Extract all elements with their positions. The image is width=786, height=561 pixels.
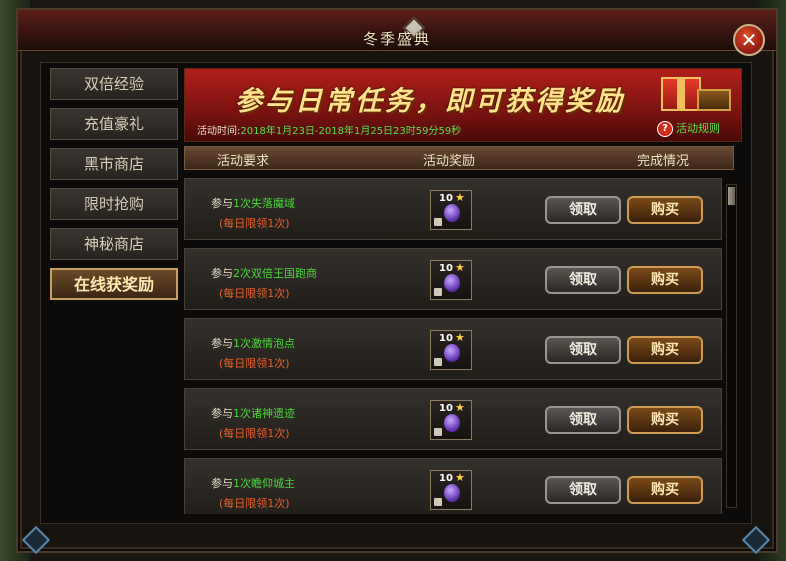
reward-orb-icon xyxy=(444,484,460,502)
task-requirement: 参与1次激情泡点 xyxy=(211,335,295,351)
table-header: 活动要求 活动奖励 完成情况 xyxy=(184,146,734,170)
buy-button[interactable]: 购买 xyxy=(627,406,703,434)
sidebar-item-recharge-gift[interactable]: 充值豪礼 xyxy=(50,108,178,140)
claim-button[interactable]: 领取 xyxy=(545,266,621,294)
reward-orb-icon xyxy=(444,414,460,432)
sidebar-item-black-market[interactable]: 黑市商店 xyxy=(50,148,178,180)
window-title: 冬季盛典 xyxy=(362,30,431,48)
sidebar: 双倍经验 充值豪礼 黑市商店 限时抢购 神秘商店 在线获奖励 xyxy=(50,68,180,308)
sidebar-item-mystery-shop[interactable]: 神秘商店 xyxy=(50,228,178,260)
header-status: 完成情况 xyxy=(637,154,690,169)
task-requirement: 参与1次瞻仰城主 xyxy=(211,475,295,491)
lock-icon xyxy=(434,428,442,436)
reward-orb-icon xyxy=(444,274,460,292)
close-button[interactable]: ✕ xyxy=(733,24,765,56)
rules-link[interactable]: ? 活动规则 xyxy=(657,120,720,137)
star-icon: ★ xyxy=(455,401,465,414)
table-row: 参与1次失落魔域 (每日限领1次) 10 ★ 领取 购买 xyxy=(184,178,722,240)
scrollbar[interactable] xyxy=(726,184,737,508)
reward-orb-icon xyxy=(444,204,460,222)
sidebar-item-double-exp[interactable]: 双倍经验 xyxy=(50,68,178,100)
table-row: 参与2次双倍王国跑商 (每日限领1次) 10 ★ 领取 购买 xyxy=(184,248,722,310)
title-bar: 冬季盛典 xyxy=(18,10,776,51)
lock-icon xyxy=(434,498,442,506)
star-icon: ★ xyxy=(455,191,465,204)
task-limit: (每日限领1次) xyxy=(219,427,290,440)
reward-slot[interactable]: 10 ★ xyxy=(430,190,472,230)
reward-count: 10 xyxy=(439,473,453,484)
reward-slot[interactable]: 10 ★ xyxy=(430,330,472,370)
task-prefix: 参与 xyxy=(211,407,233,420)
task-limit: (每日限领1次) xyxy=(219,287,290,300)
star-icon: ★ xyxy=(455,331,465,344)
task-name: 1次失落魔域 xyxy=(233,197,295,210)
task-prefix: 参与 xyxy=(211,477,233,490)
reward-slot[interactable]: 10 ★ xyxy=(430,260,472,300)
reward-slot[interactable]: 10 ★ xyxy=(430,470,472,510)
event-time-label: 活动时间: xyxy=(197,126,241,137)
scrollbar-thumb[interactable] xyxy=(728,187,735,205)
task-name: 2次双倍王国跑商 xyxy=(233,267,317,280)
task-requirement: 参与2次双倍王国跑商 xyxy=(211,265,317,281)
gift-box-icon xyxy=(661,77,701,111)
close-icon: ✕ xyxy=(740,28,758,52)
reward-count: 10 xyxy=(439,333,453,344)
claim-button[interactable]: 领取 xyxy=(545,406,621,434)
reward-count: 10 xyxy=(439,193,453,204)
task-requirement: 参与1次失落魔域 xyxy=(211,195,295,211)
reward-count: 10 xyxy=(439,263,453,274)
task-limit: (每日限领1次) xyxy=(219,217,290,230)
reward-count: 10 xyxy=(439,403,453,414)
buy-button[interactable]: 购买 xyxy=(627,266,703,294)
event-time-value: 2018年1月23日-2018年1月25日23时59分59秒 xyxy=(240,126,462,137)
task-limit: (每日限领1次) xyxy=(219,357,290,370)
task-name: 1次诸神遗迹 xyxy=(233,407,295,420)
lock-icon xyxy=(434,218,442,226)
table-row: 参与1次诸神遗迹 (每日限领1次) 10 ★ 领取 购买 xyxy=(184,388,722,450)
task-list: 参与1次失落魔域 (每日限领1次) 10 ★ 领取 购买 参与2次双倍王国跑商 (… xyxy=(184,174,724,514)
claim-button[interactable]: 领取 xyxy=(545,196,621,224)
treasure-chest-icon xyxy=(697,89,731,111)
claim-button[interactable]: 领取 xyxy=(545,476,621,504)
rules-label: 活动规则 xyxy=(676,122,720,135)
header-reward: 活动奖励 xyxy=(423,154,476,169)
star-icon: ★ xyxy=(455,261,465,274)
claim-button[interactable]: 领取 xyxy=(545,336,621,364)
question-icon: ? xyxy=(657,121,673,137)
event-time: 活动时间:2018年1月23日-2018年1月25日23时59分59秒 xyxy=(197,122,461,137)
header-requirement: 活动要求 xyxy=(217,154,270,169)
lock-icon xyxy=(434,288,442,296)
task-prefix: 参与 xyxy=(211,267,233,280)
sidebar-item-flash-sale[interactable]: 限时抢购 xyxy=(50,188,178,220)
task-requirement: 参与1次诸神遗迹 xyxy=(211,405,295,421)
task-prefix: 参与 xyxy=(211,337,233,350)
buy-button[interactable]: 购买 xyxy=(627,196,703,224)
event-banner: 参与日常任务，即可获得奖励 活动时间:2018年1月23日-2018年1月25日… xyxy=(184,68,742,142)
task-name: 1次激情泡点 xyxy=(233,337,295,350)
reward-slot[interactable]: 10 ★ xyxy=(430,400,472,440)
table-row: 参与1次瞻仰城主 (每日限领1次) 10 ★ 领取 购买 xyxy=(184,458,722,514)
table-row: 参与1次激情泡点 (每日限领1次) 10 ★ 领取 购买 xyxy=(184,318,722,380)
buy-button[interactable]: 购买 xyxy=(627,336,703,364)
task-prefix: 参与 xyxy=(211,197,233,210)
sidebar-item-online-reward[interactable]: 在线获奖励 xyxy=(50,268,178,300)
banner-title: 参与日常任务，即可获得奖励 xyxy=(235,86,625,117)
task-name: 1次瞻仰城主 xyxy=(233,477,295,490)
buy-button[interactable]: 购买 xyxy=(627,476,703,504)
lock-icon xyxy=(434,358,442,366)
reward-orb-icon xyxy=(444,344,460,362)
star-icon: ★ xyxy=(455,471,465,484)
task-limit: (每日限领1次) xyxy=(219,497,290,510)
